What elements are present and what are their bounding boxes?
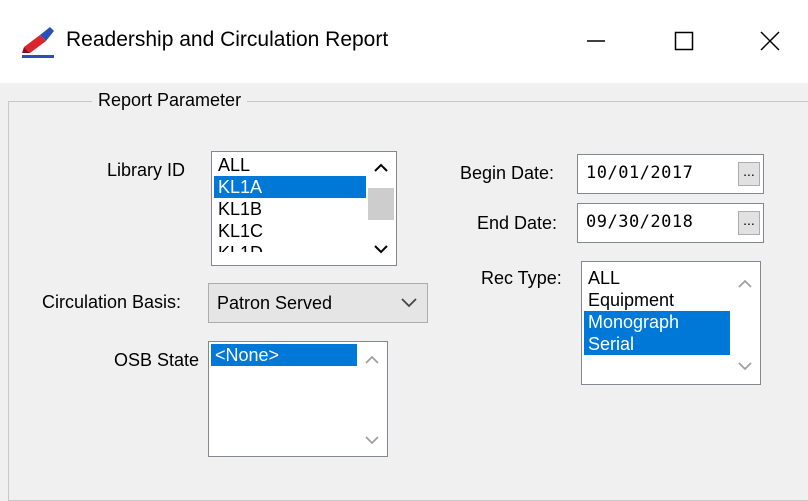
report-window: Readership and Circulation Report Report… xyxy=(0,0,808,501)
close-icon xyxy=(760,31,780,51)
list-item[interactable]: KL1A xyxy=(214,176,366,198)
library-id-scrollbar[interactable] xyxy=(366,152,396,265)
list-item[interactable]: Serial xyxy=(584,333,730,355)
chevron-up-icon xyxy=(365,355,379,364)
circulation-basis-dropdown[interactable]: Patron Served xyxy=(208,283,428,323)
scroll-down-button[interactable] xyxy=(366,237,396,261)
maximize-button[interactable] xyxy=(650,15,718,67)
scroll-down-button[interactable] xyxy=(730,354,760,378)
begin-date-value: 10/01/2017 xyxy=(586,163,694,183)
list-item[interactable]: KL1B xyxy=(214,198,366,220)
end-date-label: End Date: xyxy=(477,213,558,233)
chevron-down-icon xyxy=(365,436,379,445)
end-date-picker-button[interactable]: ... xyxy=(738,211,760,235)
rec-type-items: ALL Equipment Monograph Serial xyxy=(584,267,730,355)
minimize-button[interactable] xyxy=(562,15,630,67)
circulation-basis-label: Circulation Basis: xyxy=(42,292,182,312)
rec-type-label: Rec Type: xyxy=(481,268,562,288)
minimize-icon xyxy=(587,40,605,42)
list-item[interactable]: ALL xyxy=(214,154,366,176)
maximize-icon xyxy=(674,31,694,51)
end-date-value: 09/30/2018 xyxy=(586,212,694,232)
circulation-basis-value: Patron Served xyxy=(217,293,333,313)
list-item[interactable]: <None> xyxy=(211,344,357,366)
title-bar[interactable]: Readership and Circulation Report xyxy=(0,0,808,83)
scroll-up-button[interactable] xyxy=(366,156,396,180)
list-item[interactable]: Equipment xyxy=(584,289,730,311)
list-item[interactable]: KL1D xyxy=(214,242,366,252)
osb-state-scrollbar[interactable] xyxy=(357,342,387,456)
chevron-up-icon xyxy=(374,163,388,172)
scroll-thumb[interactable] xyxy=(368,188,394,220)
chevron-up-icon xyxy=(738,279,752,288)
begin-date-field[interactable]: 10/01/2017 ... xyxy=(577,154,764,194)
scroll-down-button[interactable] xyxy=(357,428,387,452)
chevron-down-icon xyxy=(738,362,752,371)
begin-date-label: Begin Date: xyxy=(460,163,555,183)
chevron-down-icon xyxy=(374,245,388,254)
scroll-up-button[interactable] xyxy=(357,348,387,372)
osb-state-items: <None> xyxy=(211,344,357,366)
library-id-label: Library ID xyxy=(107,160,186,180)
list-item[interactable]: KL1C xyxy=(214,220,366,242)
begin-date-picker-button[interactable]: ... xyxy=(738,162,760,186)
library-id-listbox[interactable]: ALL KL1A KL1B KL1C KL1D xyxy=(211,151,397,266)
group-legend: Report Parameter xyxy=(92,90,248,111)
scroll-up-button[interactable] xyxy=(730,272,760,296)
end-date-field[interactable]: 09/30/2018 ... xyxy=(577,203,764,243)
library-id-items: ALL KL1A KL1B KL1C KL1D xyxy=(214,154,366,252)
close-button[interactable] xyxy=(736,15,804,67)
window-title: Readership and Circulation Report xyxy=(66,28,389,51)
osb-state-listbox[interactable]: <None> xyxy=(208,341,388,457)
chevron-down-icon xyxy=(401,298,417,308)
list-item[interactable]: Monograph xyxy=(584,311,730,333)
rec-type-listbox[interactable]: ALL Equipment Monograph Serial xyxy=(581,261,761,385)
rec-type-scrollbar[interactable] xyxy=(730,262,760,384)
app-logo-icon xyxy=(22,27,54,58)
list-item[interactable]: ALL xyxy=(584,267,730,289)
osb-state-label: OSB State xyxy=(114,350,200,370)
